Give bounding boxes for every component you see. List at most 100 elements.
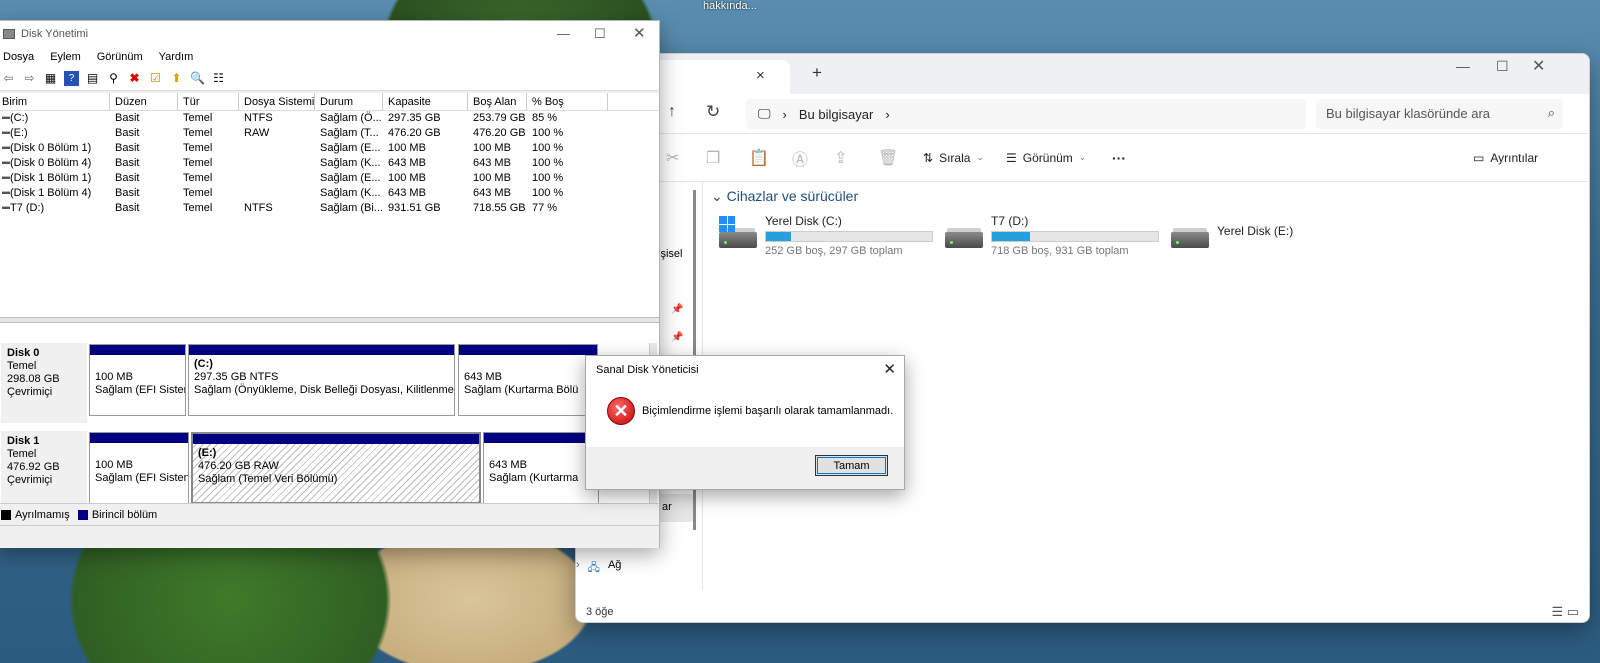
partition-block[interactable]: 643 MB Sağlam (Kurtarma Bölü (458, 344, 598, 416)
import-icon[interactable]: ⬆ (169, 71, 184, 86)
column-header[interactable]: Tür (178, 93, 239, 110)
partition-block[interactable]: 100 MB Sağlam (EFI Sisten (89, 344, 186, 416)
table-cell: 100 % (532, 142, 564, 154)
details-button[interactable]: ▭ Ayrıntılar (1473, 151, 1538, 165)
table-row[interactable]: ▬ (Disk 1 Bölüm 4) Basit Temel Sağlam (K...… (0, 186, 659, 201)
view-label: Görünüm (1022, 150, 1073, 165)
close-icon[interactable]: ✕ (883, 360, 896, 378)
table-row[interactable]: ▬ (Disk 0 Bölüm 1) Basit Temel Sağlam (E...… (0, 141, 659, 156)
view-button[interactable]: ☰ Görünüm ⌄ (1006, 151, 1086, 165)
partition-l2: 476.20 GB RAW (198, 460, 279, 472)
pin-icon[interactable]: 📌 (671, 304, 683, 315)
column-header[interactable]: % Boş (527, 93, 608, 110)
drive-item[interactable]: T7 (D:) 718 GB boş, 931 GB toplam (945, 214, 1159, 257)
help-icon[interactable]: ? (64, 71, 79, 86)
volume-name-cell: (Disk 1 Bölüm 4) (10, 187, 92, 199)
chevron-right-icon: › (576, 559, 580, 571)
partition-l2: 100 MB (95, 459, 133, 471)
column-header[interactable]: Birim (0, 93, 110, 110)
table-cell: 100 % (532, 157, 564, 169)
check-icon[interactable]: ☑ (148, 71, 163, 86)
table-cell: Temel (183, 157, 213, 169)
list-view-icon[interactable]: ☷ (211, 71, 226, 86)
rename-icon[interactable]: Ⓐ (792, 146, 808, 170)
minimize-icon[interactable]: — (1456, 58, 1470, 74)
table-row[interactable]: ▬ (Disk 1 Bölüm 1) Basit Temel Sağlam (E...… (0, 171, 659, 186)
partition-block[interactable]: 643 MB Sağlam (Kurtarma (483, 432, 599, 504)
pin-icon[interactable]: 📌 (671, 332, 683, 343)
disk-state: Çevrimiçi (7, 474, 53, 486)
delete-icon[interactable]: ✖ (127, 71, 142, 86)
ok-button[interactable]: Tamam (815, 455, 888, 476)
paste-icon[interactable]: 📋 (749, 148, 769, 168)
table-cell: 77 % (532, 202, 558, 214)
table-cell: Basit (115, 172, 140, 184)
volume-icon: ▬ (2, 157, 10, 166)
partition-block[interactable]: (E:) 476.20 GB RAW Sağlam (Temel Veri Bölü… (191, 432, 481, 504)
drive-item[interactable]: Yerel Disk (E:) (1171, 214, 1293, 248)
menu-action[interactable]: Eylem (50, 51, 81, 63)
disk-management-icon (3, 29, 15, 39)
sort-label: Sırala (939, 150, 971, 165)
table-cell: Basit (115, 127, 140, 139)
disk-size: 476.92 GB (7, 461, 60, 473)
share-icon[interactable]: ⇪ (834, 148, 847, 168)
legend-primary: Birincil bölüm (91, 508, 158, 521)
layout-toggle-icons[interactable]: ☰ ▭ (1551, 604, 1579, 620)
disk-label[interactable]: Disk 1 Temel 476.92 GB Çevrimiçi (1, 431, 87, 511)
volume-name-cell: (Disk 0 Bölüm 4) (10, 157, 92, 169)
minimize-icon[interactable]: — (557, 26, 570, 41)
delete-icon[interactable]: 🗑 (878, 148, 898, 168)
new-tab-icon[interactable]: + (812, 63, 822, 83)
more-options-button[interactable]: ··· (1112, 150, 1126, 166)
chevron-down-icon: ⌄ (1078, 152, 1087, 162)
maximize-icon[interactable]: ☐ (594, 26, 606, 42)
copy-icon[interactable]: ❐ (706, 148, 720, 168)
column-header[interactable]: Düzen (110, 93, 178, 110)
table-row[interactable]: ▬ (Disk 0 Bölüm 4) Basit Temel Sağlam (K...… (0, 156, 659, 171)
section-header[interactable]: ⌄ Cihazlar ve sürücüler (711, 188, 858, 205)
console-tree-icon[interactable]: ▦ (43, 71, 58, 86)
volume-icon: ▬ (2, 202, 10, 211)
menu-view[interactable]: Görünüm (97, 51, 143, 63)
search-icon[interactable]: 🔍 (190, 71, 205, 86)
drive-details: Yerel Disk (E:) (1217, 214, 1293, 248)
column-header[interactable]: Boş Alan (468, 93, 527, 110)
up-arrow-icon[interactable]: ↑ (668, 103, 676, 121)
partition-block[interactable]: 100 MB Sağlam (EFI Sisten (89, 432, 189, 504)
column-header[interactable]: Durum (315, 93, 383, 110)
table-row[interactable]: ▬ T7 (D:) Basit Temel NTFS Sağlam (Bi... 931.… (0, 201, 659, 216)
column-header[interactable]: Kapasite (383, 93, 468, 110)
refresh-icon[interactable]: ↻ (706, 102, 720, 122)
maximize-icon[interactable]: ☐ (1496, 58, 1509, 75)
search-input[interactable]: Bu bilgisayar klasöründe ara ⌕ (1316, 99, 1563, 129)
close-window-icon[interactable]: ✕ (1532, 56, 1545, 76)
partition-l1 (464, 358, 597, 371)
primary-partition-bar (189, 345, 454, 355)
volume-icon: ▬ (2, 172, 10, 181)
close-window-icon[interactable]: ✕ (633, 24, 646, 42)
network-icon: 🖧 (587, 562, 600, 574)
menu-help[interactable]: Yardım (159, 51, 194, 63)
disk-label[interactable]: Disk 0 Temel 298.08 GB Çevrimiçi (1, 343, 87, 423)
back-icon[interactable]: ⇦ (1, 71, 16, 86)
sort-button[interactable]: ⇅ Sırala ⌄ (923, 151, 984, 165)
sidebar-item-personal[interactable]: işisel (658, 248, 682, 260)
cut-icon[interactable]: ✂ (666, 148, 679, 168)
breadcrumb-item[interactable]: Bu bilgisayar (799, 107, 873, 122)
drive-item[interactable]: Yerel Disk (C:) 252 GB boş, 297 GB toplam (719, 214, 933, 257)
table-row[interactable]: ▬ (C:) Basit Temel NTFS Sağlam (Ö... 297.35 G… (0, 111, 659, 126)
breadcrumb[interactable]: 🖵 › Bu bilgisayar › (746, 99, 1306, 129)
table-row[interactable]: ▬ (E:) Basit Temel RAW Sağlam (T... 476.20 GB… (0, 126, 659, 141)
toolbar: ⇦ ⇨ ▦ ? ▤ ⚲ ✖ ☑ ⬆ 🔍 ☷ (0, 67, 659, 91)
forward-icon[interactable]: ⇨ (22, 71, 37, 86)
menu-file[interactable]: Dosya (3, 51, 34, 63)
connect-icon[interactable]: ⚲ (106, 71, 121, 86)
column-header[interactable]: Dosya Sistemi (239, 93, 315, 110)
sidebar-item-network[interactable]: › 🖧 Ağ (576, 559, 621, 578)
tab-close-icon[interactable]: × (756, 67, 765, 84)
partition-block[interactable]: (C:) 297.35 GB NTFS Sağlam (Önyükleme, Dis… (188, 344, 455, 416)
legend: Ayrılmamış Birincil bölüm (0, 503, 659, 525)
volume-list: Birim Düzen Tür Dosya Sistemi Durum Kapa… (0, 93, 659, 317)
properties-icon[interactable]: ▤ (85, 71, 100, 86)
